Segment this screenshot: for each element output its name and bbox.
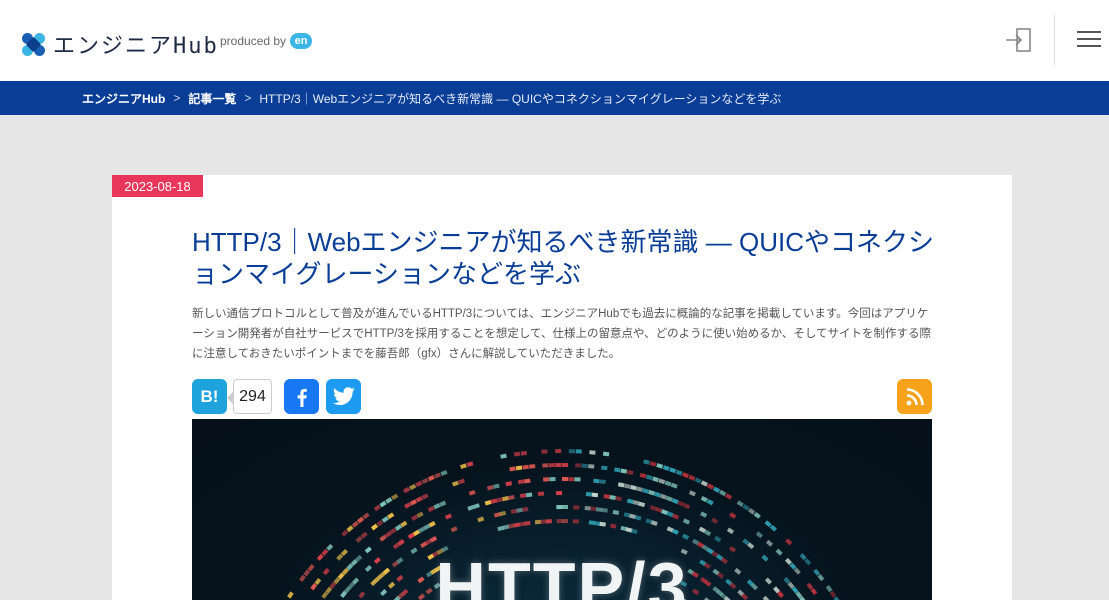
breadcrumb-current: HTTP/3｜Webエンジニアが知るべき新常識 ― QUICやコネクションマイグ… [259, 91, 782, 106]
produced-by: produced by en [220, 33, 313, 49]
site-header: エンジニアHub produced by en [0, 0, 1109, 81]
login-icon[interactable] [1005, 27, 1033, 53]
site-logo[interactable]: エンジニアHub [22, 28, 219, 60]
breadcrumb: エンジニアHub > 記事一覧 > HTTP/3｜Webエンジニアが知るべき新常… [0, 81, 1109, 115]
logo-mark-icon [22, 32, 45, 56]
breadcrumb-home[interactable]: エンジニアHub [82, 90, 165, 107]
breadcrumb-separator: > [173, 91, 181, 105]
breadcrumb-article-list[interactable]: 記事一覧 [188, 90, 236, 107]
breadcrumb-separator: > [244, 91, 252, 105]
article-lead: 新しい通信プロトコルとして普及が進んでいるHTTP/3については、エンジニアHu… [192, 308, 932, 360]
rss-icon [906, 387, 924, 405]
article-hero-image: HTTP/3 [192, 419, 932, 600]
header-divider [1054, 15, 1055, 65]
rss-button[interactable] [897, 379, 932, 414]
hatena-bookmark-count[interactable]: 294 [227, 379, 272, 414]
menu-icon[interactable] [1077, 31, 1101, 49]
facebook-share-button[interactable] [284, 379, 319, 414]
logo-text: エンジニアHub [53, 34, 219, 59]
hatena-bookmark-button[interactable]: B! [192, 379, 227, 414]
twitter-share-button[interactable] [326, 379, 361, 414]
twitter-icon [332, 386, 355, 405]
article-title: HTTP/3｜Webエンジニアが知るべき新常識 ― QUICやコネクションマイグ… [192, 227, 935, 289]
share-buttons: B! 294 [192, 379, 361, 414]
facebook-icon [297, 388, 307, 407]
en-logo-icon[interactable]: en [290, 33, 313, 49]
article-date-badge: 2023-08-18 [112, 175, 203, 197]
hero-title-text: HTTP/3 [435, 548, 689, 600]
produced-by-label: produced by [220, 34, 287, 48]
